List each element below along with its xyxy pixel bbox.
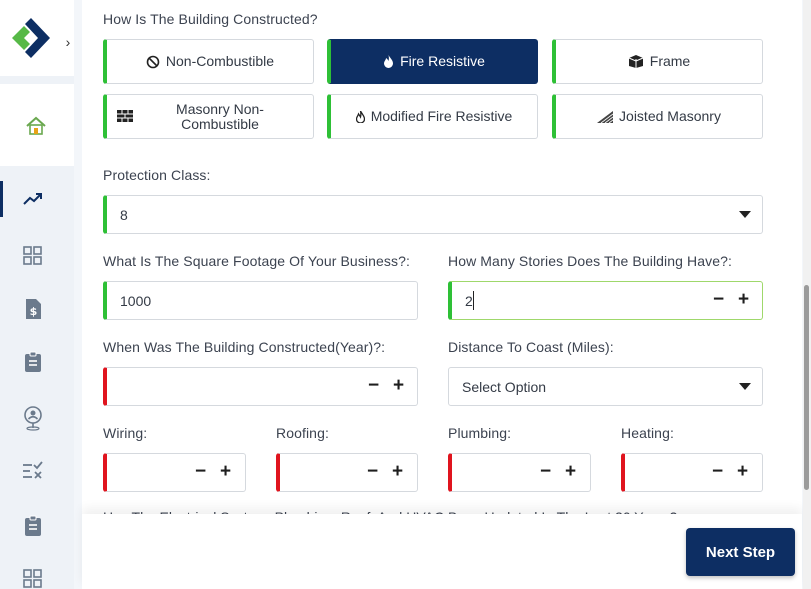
sidebar-item-apps[interactable] <box>0 560 74 589</box>
roofing-input[interactable]: − + <box>276 453 418 492</box>
option-non-combustible[interactable]: Non-Combustible <box>103 39 314 84</box>
option-joisted-masonry[interactable]: Joisted Masonry <box>552 94 763 139</box>
sidebar-item-billing[interactable]: $ <box>0 289 74 325</box>
frame-icon <box>628 55 644 68</box>
square-footage-input[interactable]: 1000 <box>103 281 418 320</box>
sidebar-item-trends[interactable] <box>0 181 74 217</box>
sidebar-item-reports[interactable] <box>0 506 74 542</box>
fire-icon <box>383 55 394 68</box>
flame-icon <box>355 110 365 123</box>
scrollbar-thumb[interactable] <box>804 285 809 490</box>
stories-value: 2 <box>465 293 473 309</box>
option-label: Non-Combustible <box>165 53 275 69</box>
logo-icon <box>12 18 50 58</box>
sidebar: › $ <box>0 0 74 589</box>
trend-icon <box>23 193 42 205</box>
plumbing-decrement-button[interactable]: − <box>540 462 551 482</box>
plumbing-input[interactable]: − + <box>448 453 591 492</box>
year-built-increment-button[interactable]: + <box>393 376 404 396</box>
scrollbar[interactable] <box>803 0 811 589</box>
sidebar-home[interactable] <box>0 84 74 166</box>
active-indicator <box>0 181 3 217</box>
plumbing-label: Plumbing: <box>448 425 512 441</box>
heating-input[interactable]: − + <box>621 453 763 492</box>
construction-label: How Is The Building Constructed? <box>103 11 318 27</box>
svg-text:$: $ <box>30 305 38 318</box>
stories-input[interactable]: 2 − + <box>448 281 763 320</box>
joist-icon <box>597 110 614 123</box>
distance-coast-value: Select Option <box>462 379 547 395</box>
heating-decrement-button[interactable]: − <box>712 462 723 482</box>
plumbing-increment-button[interactable]: + <box>565 462 576 482</box>
roofing-label: Roofing: <box>276 425 329 441</box>
location-person-icon <box>24 406 42 431</box>
square-footage-label: What Is The Square Footage Of Your Busin… <box>103 253 410 269</box>
heating-label: Heating: <box>621 425 674 441</box>
grid-icon <box>23 246 42 265</box>
wiring-input[interactable]: − + <box>103 453 246 492</box>
distance-coast-select[interactable]: Select Option <box>448 367 763 406</box>
clipboard-icon <box>25 351 41 372</box>
distance-coast-label: Distance To Coast (Miles): <box>448 339 614 355</box>
year-built-decrement-button[interactable]: − <box>368 376 379 396</box>
dollar-document-icon: $ <box>26 299 41 319</box>
option-label: Joisted Masonry <box>619 108 721 124</box>
next-step-button[interactable]: Next Step <box>686 528 795 576</box>
checklist-icon <box>23 461 43 479</box>
grid-icon <box>23 569 42 588</box>
home-icon <box>26 116 46 135</box>
square-footage-value: 1000 <box>120 293 152 309</box>
sidebar-item-dashboard[interactable] <box>0 237 74 273</box>
option-label: Fire Resistive <box>400 53 485 69</box>
caret-down-icon <box>739 211 751 218</box>
roofing-increment-button[interactable]: + <box>392 462 403 482</box>
wiring-increment-button[interactable]: + <box>220 462 231 482</box>
stories-decrement-button[interactable]: − <box>713 290 724 310</box>
year-built-label: When Was The Building Constructed(Year)?… <box>103 339 386 355</box>
chevron-right-icon[interactable]: › <box>61 33 75 51</box>
option-label: Frame <box>649 53 691 69</box>
protection-class-value: 8 <box>120 207 128 223</box>
sidebar-item-locations[interactable] <box>0 397 74 433</box>
option-label: Modified Fire Resistive <box>370 108 513 124</box>
wiring-decrement-button[interactable]: − <box>195 462 206 482</box>
sidebar-item-checklist[interactable] <box>0 452 74 488</box>
heating-increment-button[interactable]: + <box>737 462 748 482</box>
wiring-label: Wiring: <box>103 425 148 441</box>
year-built-input[interactable]: − + <box>103 367 418 406</box>
option-modified-fire-resistive[interactable]: Modified Fire Resistive <box>327 94 538 139</box>
stories-label: How Many Stories Does The Building Have?… <box>448 253 732 269</box>
brick-icon <box>117 110 133 122</box>
sidebar-item-tasks[interactable] <box>0 342 74 378</box>
ban-icon <box>146 55 160 69</box>
option-label: Masonry Non-Combustible <box>176 100 264 132</box>
protection-class-label: Protection Class: <box>103 167 211 183</box>
stories-increment-button[interactable]: + <box>738 290 749 310</box>
option-masonry-non-combustible[interactable]: Masonry Non-Combustible <box>103 94 314 139</box>
option-fire-resistive[interactable]: Fire Resistive <box>327 39 538 84</box>
clipboard-icon <box>25 515 41 536</box>
roofing-decrement-button[interactable]: − <box>367 462 378 482</box>
option-frame[interactable]: Frame <box>552 39 763 84</box>
text-cursor <box>473 291 474 310</box>
caret-down-icon <box>739 383 751 390</box>
protection-class-select[interactable]: 8 <box>103 195 763 234</box>
